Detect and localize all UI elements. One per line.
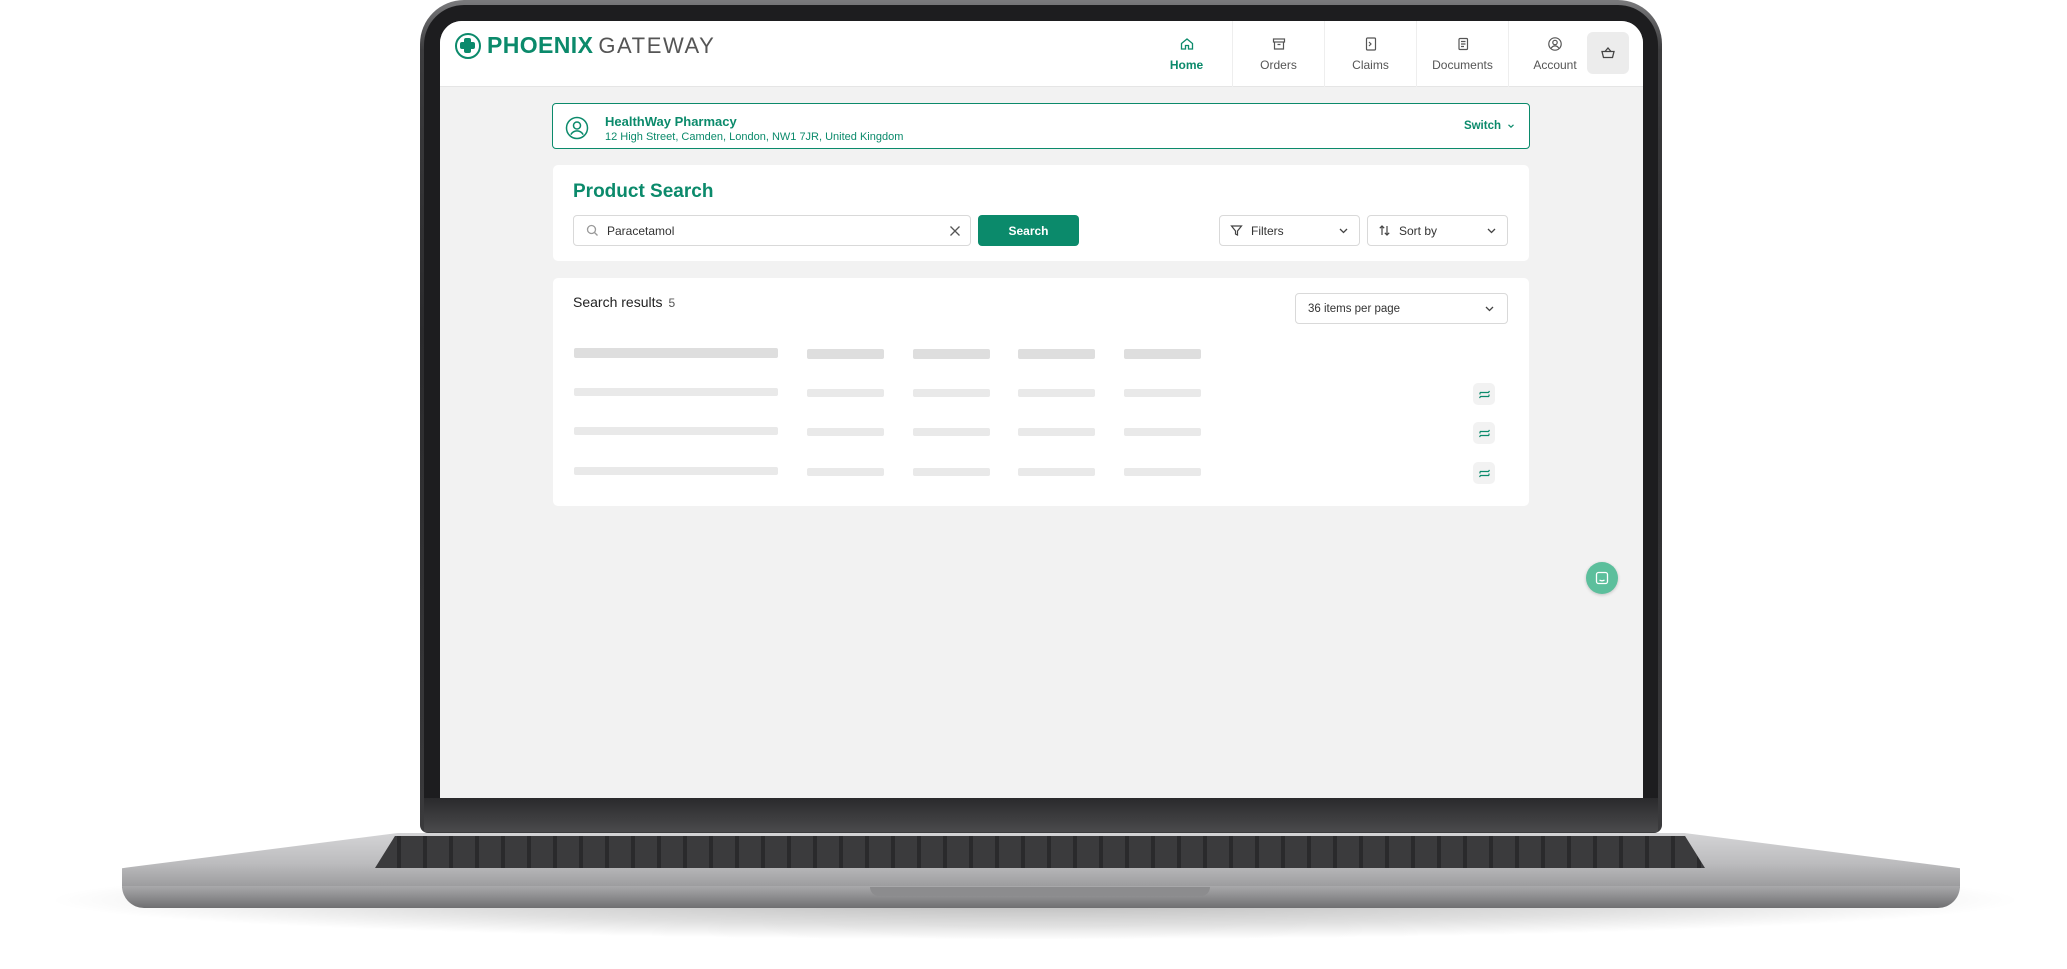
skeleton-row-cell [574,467,778,475]
switch-pharmacy-button[interactable]: Switch [1464,120,1515,132]
laptop-keyboard [375,836,1705,868]
skeleton-row-cell [1018,468,1095,476]
skeleton-header-cell [807,349,884,359]
search-title: Product Search [573,181,714,202]
skeleton-row-cell [913,428,990,436]
add-to-basket-button[interactable] [1473,422,1495,444]
search-button[interactable]: Search [978,215,1079,246]
skeleton-header-cell [1018,349,1095,359]
results-title: Search results [573,294,663,310]
skeleton-row-cell [807,428,884,436]
chevron-down-icon [1487,228,1496,234]
skeleton-row-cell [1124,428,1201,436]
orders-box-icon [1272,38,1285,50]
filters-label: Filters [1251,223,1284,238]
top-navbar: PHOENIX GATEWAY Home Orders Claims Docum… [440,21,1643,87]
product-search-panel: Product Search Paracetamol Search Filter… [553,165,1529,261]
skeleton-row-cell [1124,468,1201,476]
chevron-down-icon [1508,124,1514,129]
logo[interactable]: PHOENIX GATEWAY [455,32,715,59]
chat-button[interactable] [1586,562,1618,594]
nav-item-home[interactable]: Home [1141,21,1233,87]
nav-item-documents[interactable]: Documents [1417,21,1509,87]
basket-refresh-icon [1478,429,1490,437]
pharmacy-selector: HealthWay Pharmacy 12 High Street, Camde… [552,103,1530,149]
skeleton-row-cell [1124,389,1201,397]
nav-label-account: Account [1533,58,1577,72]
skeleton-row-cell [913,468,990,476]
clear-search-button[interactable] [940,216,970,246]
add-to-basket-button[interactable] [1473,462,1495,484]
chat-bubble-icon [1595,571,1609,585]
page: PHOENIX GATEWAY Home Orders Claims Docum… [0,0,2067,969]
switch-label: Switch [1463,120,1501,132]
main-nav: Home Orders Claims Documents Account [1141,21,1601,87]
pharmacy-user-icon [565,116,589,140]
search-results-panel: Search results 5 36 items per page [553,278,1529,506]
logo-text-light: GATEWAY [598,32,716,58]
filters-dropdown[interactable]: Filters [1219,215,1360,246]
skeleton-row-cell [913,389,990,397]
documents-icon [1457,37,1468,51]
laptop-chin [424,798,1658,832]
home-icon [1180,38,1193,50]
pharmacy-name: HealthWay Pharmacy [605,114,737,129]
skeleton-row-cell [807,389,884,397]
items-per-page-select[interactable]: 36 items per page [1295,293,1508,324]
skeleton-row-cell [1018,389,1095,397]
basket-refresh-icon [1478,469,1490,477]
cart-button[interactable] [1587,32,1629,74]
basket-icon [1601,47,1615,59]
skeleton-header-cell [1124,349,1201,359]
filter-icon [1230,225,1243,236]
search-icon [586,224,598,236]
logo-cross-icon [455,32,481,59]
claims-document-icon [1365,37,1376,51]
sort-arrows-icon [1379,225,1390,236]
skeleton-row-cell [574,388,778,396]
nav-label-home: Home [1169,58,1204,72]
skeleton-header-cell [913,349,990,359]
nav-label-claims: Claims [1352,58,1389,72]
skeleton-row-cell [807,468,884,476]
pharmacy-address: 12 High Street, Camden, London, NW1 7JR,… [605,131,904,143]
nav-label-documents: Documents [1432,58,1493,72]
search-input-value[interactable]: Paracetamol [607,224,940,238]
basket-refresh-icon [1478,390,1490,398]
nav-item-orders[interactable]: Orders [1233,21,1325,87]
results-heading: Search results 5 [573,294,675,310]
laptop-notch [870,887,1210,896]
account-user-icon [1548,37,1562,51]
close-icon [950,225,960,236]
add-to-basket-button[interactable] [1473,383,1495,405]
skeleton-header-cell [574,348,778,358]
screen: PHOENIX GATEWAY Home Orders Claims Docum… [440,21,1643,798]
sort-label: Sort by [1399,223,1438,238]
logo-text-bold: PHOENIX [487,32,594,58]
nav-label-orders: Orders [1260,58,1297,72]
results-count: 5 [668,296,676,310]
skeleton-row-cell [1018,428,1095,436]
chevron-down-icon [1339,228,1348,234]
search-input[interactable]: Paracetamol [573,215,971,246]
nav-item-claims[interactable]: Claims [1325,21,1417,87]
chevron-down-icon [1485,306,1494,312]
sort-dropdown[interactable]: Sort by [1367,215,1508,246]
items-per-page-label: 36 items per page [1308,302,1401,315]
skeleton-row-cell [574,427,778,435]
